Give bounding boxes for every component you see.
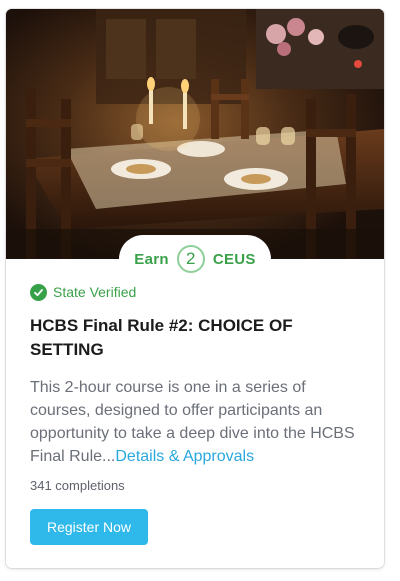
course-title: HCBS Final Rule #2: CHOICE OF SETTING — [30, 316, 293, 359]
register-now-button[interactable]: Register Now — [30, 509, 148, 545]
course-description: This 2-hour course is one in a series of… — [30, 376, 365, 468]
completions-count: 341 completions — [30, 478, 125, 493]
ceu-count: 2 — [176, 245, 205, 273]
check-circle-icon — [30, 283, 47, 301]
verified-row: State Verified — [30, 282, 366, 302]
card-content: State Verified HCBS Final Rule #2: CHOIC… — [30, 282, 366, 493]
course-image — [6, 9, 384, 259]
earn-prefix: Earn — [134, 250, 169, 268]
verified-label: State Verified — [53, 284, 137, 300]
course-card: Earn 2 CEUS State Verified HCBS Final Ru… — [6, 9, 384, 568]
details-approvals-link[interactable]: Details & Approvals — [115, 448, 254, 465]
ceu-badge: Earn 2 CEUS — [119, 235, 271, 283]
earn-suffix: CEUS — [212, 250, 256, 268]
